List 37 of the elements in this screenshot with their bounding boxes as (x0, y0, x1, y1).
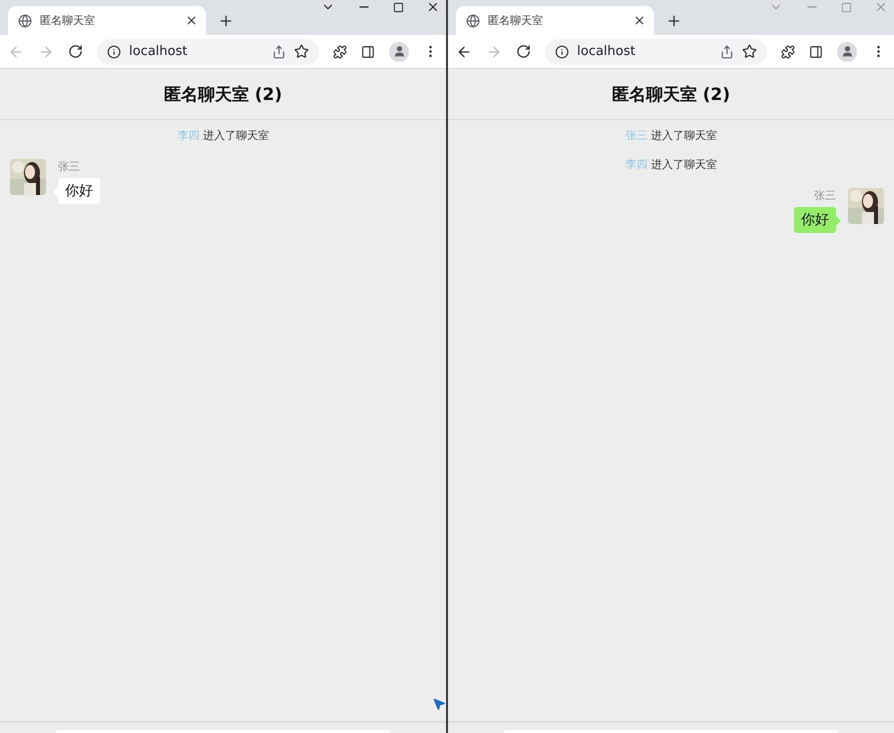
message-bubble: 你好 (58, 178, 100, 204)
address-bar[interactable]: localhost (97, 38, 319, 64)
puzzle-icon[interactable] (333, 44, 347, 58)
maximize-icon[interactable] (393, 2, 404, 12)
profile-icon[interactable] (837, 42, 857, 62)
room-title: 匿名聊天室 (2) (164, 84, 282, 106)
close-icon[interactable] (185, 14, 198, 27)
puzzle-icon[interactable] (781, 44, 795, 58)
close-icon[interactable] (426, 0, 440, 14)
new-tab-icon[interactable] (218, 13, 234, 29)
sender-name: 张三 (814, 188, 836, 203)
reload-icon[interactable] (68, 44, 83, 59)
address-bar[interactable]: localhost (545, 38, 767, 64)
share-icon[interactable] (720, 44, 734, 58)
star-icon[interactable] (294, 44, 309, 59)
close-icon[interactable] (633, 14, 646, 27)
sender-name: 张三 (58, 159, 80, 174)
room-title: 匿名聊天室 (2) (612, 84, 730, 106)
pointer-icon (432, 697, 446, 711)
message-bubble: 你好 (794, 207, 836, 233)
side-panel-icon[interactable] (361, 44, 375, 58)
new-tab-icon[interactable] (666, 13, 682, 29)
browser-tab[interactable]: 匿名聊天室 (456, 6, 654, 35)
share-icon[interactable] (272, 44, 286, 58)
profile-icon[interactable] (389, 42, 409, 62)
reload-icon[interactable] (516, 44, 531, 59)
join-notice: 李四 进入了聊天室 (625, 157, 717, 173)
join-notice: 张三 进入了聊天室 (625, 128, 717, 144)
star-icon[interactable] (742, 44, 757, 59)
info-icon (555, 44, 569, 58)
back-icon[interactable] (456, 44, 472, 60)
info-icon (107, 44, 121, 58)
globe-icon (18, 14, 32, 28)
side-panel-icon[interactable] (809, 44, 823, 58)
browser-tab[interactable]: 匿名聊天室 (8, 6, 206, 35)
join-notice: 李四 进入了聊天室 (177, 128, 269, 144)
globe-icon (466, 14, 480, 28)
